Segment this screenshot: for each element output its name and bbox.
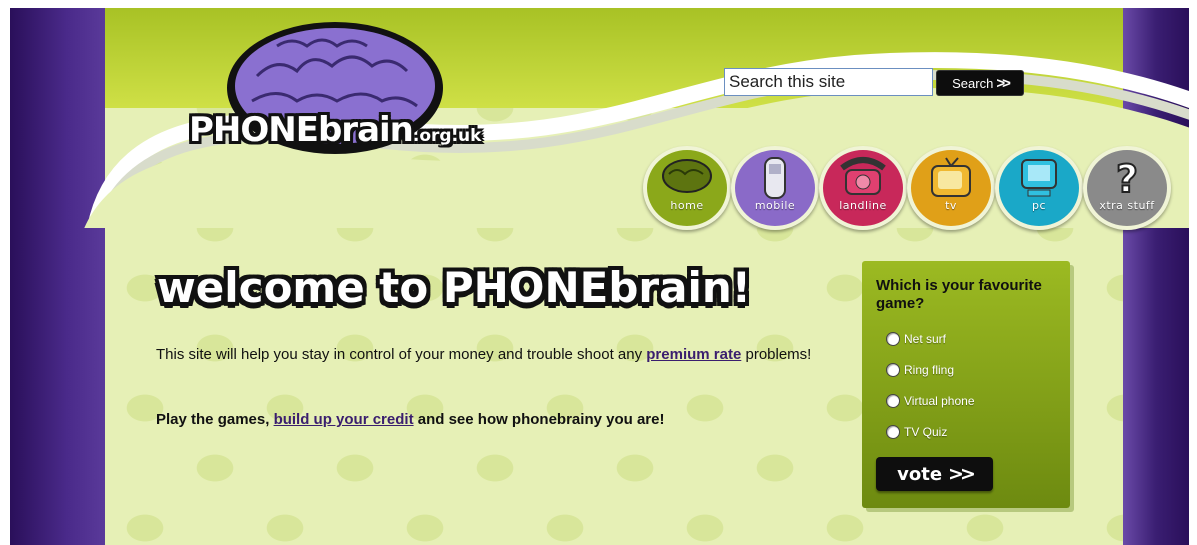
poll-option-net-surf[interactable]: Net surf (886, 332, 946, 346)
double-chevron-right-icon: >> (948, 463, 976, 485)
radio-button[interactable] (886, 332, 900, 346)
vote-button[interactable]: vote >> (876, 457, 993, 491)
intro-text-start: This site will help you stay in control … (156, 346, 647, 363)
build-credit-link[interactable]: build up your credit (274, 411, 414, 428)
play-text-end: and see how phonebrainy you are! (413, 411, 665, 428)
poll-option-label: TV Quiz (904, 425, 948, 439)
play-text: Play the games, build up your credit and… (156, 411, 856, 428)
nav-item-mobile[interactable]: mobile (731, 146, 819, 230)
poll-option-label: Ring fling (904, 363, 955, 377)
intro-text-end: problems! (741, 346, 812, 363)
nav-item-pc[interactable]: pc (995, 146, 1083, 230)
nav-item-xtra-stuff[interactable]: ? xtra stuff (1083, 146, 1171, 230)
poll-option-tv-quiz[interactable]: TV Quiz (886, 425, 947, 439)
search-button-label: Search (952, 75, 994, 91)
poll-panel: Which is your favourite game? Net surf R… (862, 261, 1070, 508)
page-content: PHONEbrain.org.uk Search >> home mobi (84, 8, 1189, 545)
logo-suffix: .org.uk (412, 126, 482, 146)
nav-item-tv[interactable]: tv (907, 146, 995, 230)
tv-icon (931, 157, 971, 197)
right-border (1123, 8, 1189, 545)
nav-label: mobile (754, 199, 796, 212)
brain-icon (662, 159, 712, 193)
intro-text: This site will help you stay in control … (156, 345, 856, 365)
poll-question: Which is your favourite game? (876, 277, 1042, 312)
play-text-start: Play the games, (156, 411, 274, 428)
mobile-phone-icon (764, 157, 786, 199)
nav-label: pc (1031, 199, 1047, 212)
nav-item-home[interactable]: home (643, 146, 731, 230)
vote-button-label: vote (897, 463, 943, 485)
search-button[interactable]: Search >> (936, 70, 1024, 96)
poll-option-label: Net surf (904, 332, 947, 346)
poll-option-virtual-phone[interactable]: Virtual phone (886, 394, 975, 408)
nav-label: xtra stuff (1099, 199, 1155, 212)
poll-option-ring-fling[interactable]: Ring fling (886, 363, 954, 377)
poll-option-label: Virtual phone (904, 394, 975, 408)
nav-label: landline (839, 199, 887, 212)
premium-rate-link[interactable]: premium rate (646, 346, 741, 363)
logo-wordmark: PHONEbrain.org.uk (189, 110, 481, 150)
pc-icon (1021, 159, 1057, 197)
landline-phone-icon (840, 157, 886, 195)
left-border (10, 8, 105, 545)
svg-text:?: ? (1116, 157, 1138, 198)
site-logo[interactable]: PHONEbrain.org.uk (177, 16, 557, 216)
radio-button[interactable] (886, 363, 900, 377)
nav-item-landline[interactable]: landline (819, 146, 907, 230)
nav-label: home (670, 199, 704, 212)
welcome-heading: welcome to PHONEbrain! (157, 263, 751, 312)
logo-main: PHONEbrain (189, 110, 414, 150)
double-chevron-right-icon: >> (996, 74, 1010, 92)
radio-button[interactable] (886, 425, 900, 439)
radio-button[interactable] (886, 394, 900, 408)
nav-label: tv (945, 199, 957, 212)
search-input[interactable] (724, 68, 933, 96)
site-frame: PHONEbrain.org.uk Search >> home mobi (10, 8, 1189, 545)
main-nav: home mobile landline tv pc ? xtra stuff (643, 146, 1173, 230)
question-mark-icon: ? (1115, 156, 1139, 198)
